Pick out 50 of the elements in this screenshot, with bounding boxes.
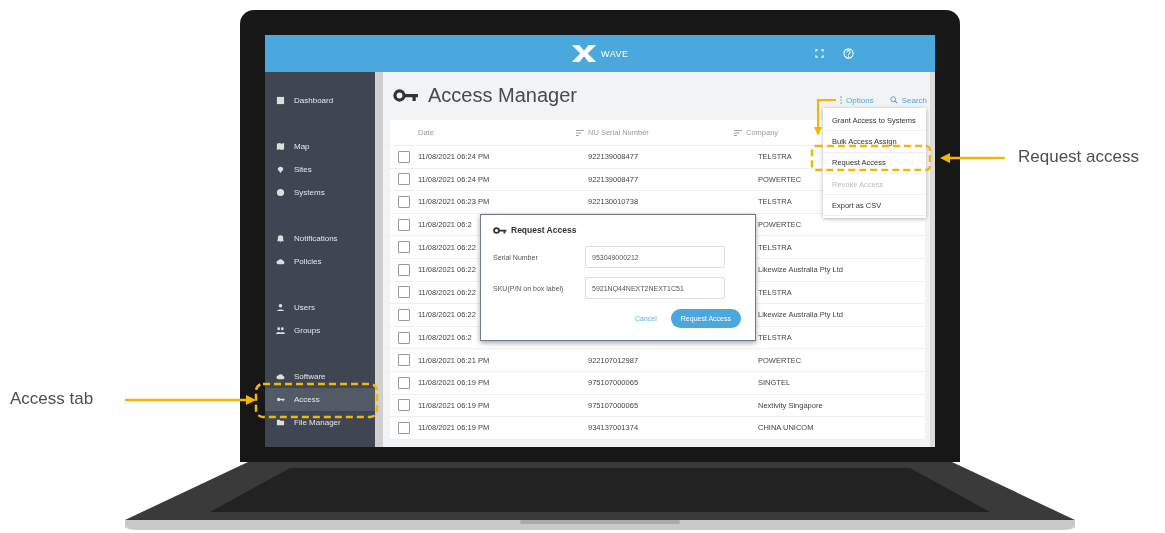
sidebar-item[interactable]: Dashboard [265,89,375,112]
row-checkbox[interactable] [398,263,410,276]
sidebar-item[interactable]: Software [265,365,375,388]
page-title: Access Manager [428,83,577,107]
sidebar-item[interactable]: Systems [265,181,375,204]
person-icon [276,303,285,312]
sidebar-item[interactable]: File Manager [265,411,375,434]
row-checkbox[interactable] [398,173,410,186]
bell-icon [276,234,285,243]
key-icon [276,395,285,404]
cloud-icon [276,372,285,381]
row-checkbox[interactable] [398,286,410,299]
key-icon [493,226,507,234]
row-checkbox[interactable] [398,196,410,208]
sidebar-item[interactable]: Map [265,135,375,158]
logo-text: WAVE [601,48,629,59]
scrollbar[interactable] [375,72,383,447]
row-checkbox[interactable] [398,331,410,344]
sidebar-item[interactable]: Sites [265,158,375,181]
sidebar-item[interactable]: Policies [265,250,375,273]
circle-icon [276,188,285,197]
fullscreen-icon[interactable] [815,49,824,58]
callout-label: Request access [1018,147,1139,167]
row-checkbox[interactable] [398,308,410,321]
map-icon [276,142,285,151]
row-checkbox[interactable] [398,421,410,434]
sidebar-item[interactable]: Users [265,296,375,319]
sidebar-item[interactable]: Groups [265,319,375,342]
row-checkbox[interactable] [398,241,410,254]
row-checkbox[interactable] [398,399,410,412]
row-checkbox[interactable] [398,354,410,367]
pin-icon [276,165,285,174]
row-checkbox[interactable] [398,150,410,163]
logo-icon [570,44,598,63]
sidebar-item[interactable]: Notifications [265,227,375,250]
row-checkbox[interactable] [398,218,410,231]
row-checkbox[interactable] [398,376,410,389]
cloud-icon [276,257,285,266]
key-icon [393,88,419,102]
chart-icon [276,96,285,105]
people-icon [276,326,285,335]
more-icon [840,96,843,104]
callout-label: Access tab [10,389,94,409]
help-icon[interactable] [843,48,854,59]
search-icon [889,96,898,104]
callout-arrow [940,153,1005,163]
sidebar-item[interactable]: Access [265,388,375,411]
folder-icon [276,418,285,427]
scrollbar[interactable] [930,72,935,447]
dialog-title: Request Access [511,225,577,235]
